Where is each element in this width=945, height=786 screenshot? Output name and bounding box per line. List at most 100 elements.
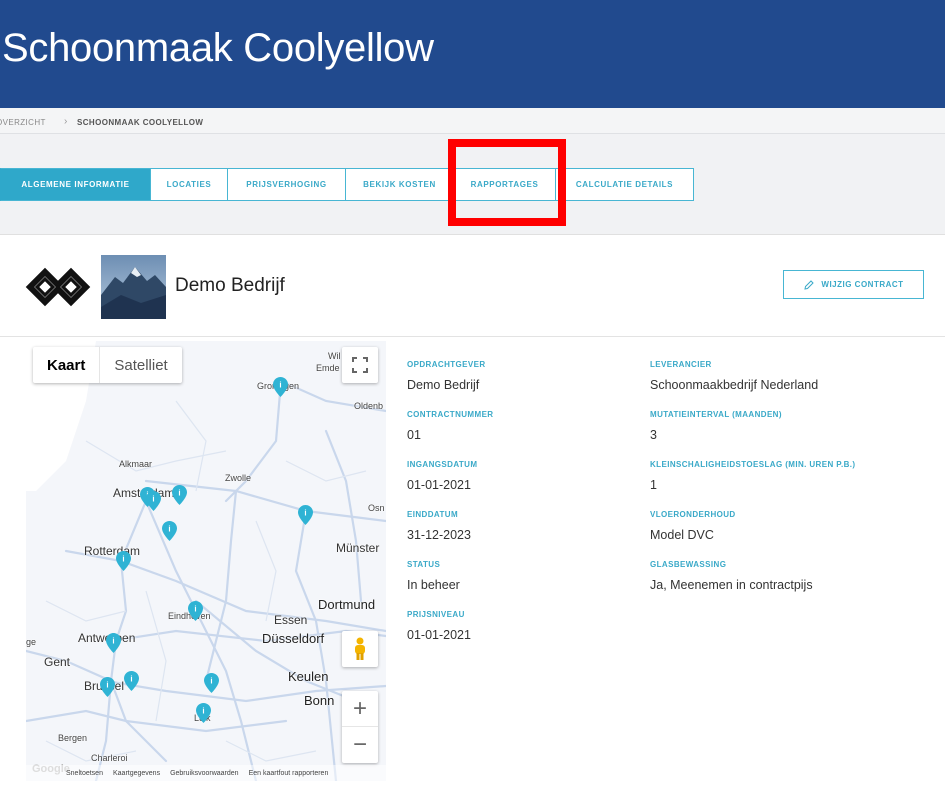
detail-ingangsdatum: INGANGSDATUM 01-01-2021 <box>407 460 477 492</box>
keyboard-shortcuts-link[interactable]: Sneltoetsen <box>66 770 103 777</box>
detail-value: 01-01-2021 <box>407 478 471 492</box>
edit-contract-label: WIJZIG CONTRACT <box>821 280 904 289</box>
map-label: Essen <box>274 613 308 627</box>
report-error-link[interactable]: Een kaartfout rapporteren <box>249 770 329 777</box>
locations-map[interactable]: Wil Emde Groningen Oldenb Alkmaar Amster… <box>26 341 386 781</box>
svg-text:i: i <box>130 675 132 684</box>
card-header: Demo Bedrijf WIJZIG CONTRACT <box>0 235 945 337</box>
map-label: Alkmaar <box>119 459 153 469</box>
svg-text:i: i <box>210 677 212 686</box>
svg-text:i: i <box>106 681 108 690</box>
terms-link[interactable]: Gebruiksvoorwaarden <box>170 770 238 777</box>
map-type-satellite-button[interactable]: Satelliet <box>99 347 181 383</box>
map-label: Dortmund <box>318 597 376 612</box>
pegman-icon <box>355 637 365 660</box>
detail-value: 01 <box>407 428 421 442</box>
tab-algemene-informatie[interactable]: ALGEMENE INFORMATIE <box>0 168 151 201</box>
detail-vloeronderhoud: VLOERONDERHOUD Model DVC <box>650 510 736 542</box>
detail-label: OPDRACHTGEVER <box>407 360 486 369</box>
svg-text:i: i <box>202 707 204 716</box>
zoom-in-button[interactable]: + <box>342 691 378 727</box>
zoom-out-button[interactable]: − <box>342 727 378 763</box>
company-name: Demo Bedrijf <box>175 275 285 296</box>
location-pin-icon[interactable]: i <box>204 673 219 693</box>
breadcrumb-current: SCHOONMAAK COOLYELLOW <box>77 118 204 127</box>
company-logo-icon <box>25 255 91 319</box>
map-type-kaart-button[interactable]: Kaart <box>33 347 99 383</box>
tab-prijsverhoging[interactable]: PRIJSVERHOGING <box>228 168 346 201</box>
location-pin-icon[interactable]: i <box>162 521 177 541</box>
detail-contractnummer: CONTRACTNUMMER 01 <box>407 410 493 442</box>
map-label: Oldenb <box>354 401 384 411</box>
tab-calculatie-details[interactable]: CALCULATIE DETAILS <box>556 168 694 201</box>
detail-value: 1 <box>650 478 657 492</box>
chevron-right-icon: › <box>64 116 68 127</box>
detail-label: EINDDATUM <box>407 510 459 519</box>
company-photo <box>101 255 166 319</box>
street-view-button[interactable] <box>342 631 378 667</box>
location-pin-icon[interactable]: i <box>100 677 115 697</box>
map-label: Zwolle <box>225 473 252 483</box>
detail-einddatum: EINDDATUM 31-12-2023 <box>407 510 471 542</box>
breadcrumb: OVERZICHT › SCHOONMAAK COOLYELLOW <box>0 108 945 134</box>
detail-value: In beheer <box>407 578 460 592</box>
location-pin-icon[interactable]: i <box>146 491 161 511</box>
detail-mutatieinterval: MUTATIEINTERVAL (MAANDEN) 3 <box>650 410 782 442</box>
zoom-control: + − <box>342 691 378 763</box>
svg-text:i: i <box>152 495 154 504</box>
detail-label: LEVERANCIER <box>650 360 712 369</box>
location-pin-icon[interactable]: i <box>172 485 187 505</box>
detail-label: VLOERONDERHOUD <box>650 510 736 519</box>
map-label: Keulen <box>288 669 329 684</box>
detail-label: STATUS <box>407 560 441 569</box>
map-label: Osn <box>368 503 385 513</box>
tab-bar: ALGEMENE INFORMATIE LOCATIES PRIJSVERHOG… <box>0 168 694 201</box>
map-label: Rotterdam <box>84 544 141 558</box>
map-label: Düsseldorf <box>262 631 325 646</box>
detail-value: Demo Bedrijf <box>407 378 480 392</box>
map-data-link[interactable]: Kaartgegevens <box>113 770 160 777</box>
detail-value: Model DVC <box>650 528 714 542</box>
detail-prijsniveau: PRIJSNIVEAU 01-01-2021 <box>407 610 471 642</box>
location-pin-icon[interactable]: i <box>298 505 313 525</box>
map-attribution: Sneltoetsen Kaartgegevens Gebruiksvoorwa… <box>26 765 386 781</box>
svg-text:i: i <box>112 637 114 646</box>
pencil-icon <box>804 279 815 290</box>
location-pin-icon[interactable]: i <box>116 551 131 571</box>
detail-status: STATUS In beheer <box>407 560 460 592</box>
svg-text:i: i <box>178 489 180 498</box>
map-label: Bergen <box>58 733 88 743</box>
tab-rapportages[interactable]: RAPPORTAGES <box>454 168 556 201</box>
detail-value: 01-01-2021 <box>407 628 471 642</box>
detail-label: PRIJSNIVEAU <box>407 610 465 619</box>
page-title: Schoonmaak Coolyellow <box>2 26 434 70</box>
location-pin-icon[interactable]: i <box>196 703 211 723</box>
detail-opdrachtgever: OPDRACHTGEVER Demo Bedrijf <box>407 360 486 392</box>
map-label: Emde <box>316 363 340 373</box>
map-label: Münster <box>336 541 380 555</box>
detail-leverancier: LEVERANCIER Schoonmaakbedrijf Nederland <box>650 360 818 392</box>
fullscreen-icon <box>352 357 368 373</box>
detail-label: GLASBEWASSING <box>650 560 727 569</box>
detail-value: 31-12-2023 <box>407 528 471 542</box>
location-pin-icon[interactable]: i <box>124 671 139 691</box>
fullscreen-button[interactable] <box>342 347 378 383</box>
map-type-toggle: Kaart Satelliet <box>33 347 182 383</box>
detail-label: CONTRACTNUMMER <box>407 410 494 419</box>
location-pin-icon[interactable]: i <box>106 633 121 653</box>
detail-glasbewassing: GLASBEWASSING Ja, Meenemen in contractpi… <box>650 560 813 592</box>
location-pin-icon[interactable]: i <box>273 377 288 397</box>
tab-locaties[interactable]: LOCATIES <box>151 168 228 201</box>
detail-label: KLEINSCHALIGHEIDSTOESLAG (MIN. UREN P.B.… <box>650 460 856 469</box>
tab-bekijk-kosten[interactable]: BEKIJK KOSTEN <box>346 168 454 201</box>
location-pin-icon[interactable]: i <box>188 601 203 621</box>
svg-text:i: i <box>194 605 196 614</box>
detail-label: MUTATIEINTERVAL (MAANDEN) <box>650 410 782 419</box>
svg-text:i: i <box>279 381 281 390</box>
detail-value: Schoonmaakbedrijf Nederland <box>650 378 819 392</box>
contract-card: Demo Bedrijf WIJZIG CONTRACT Wil Emde Ol… <box>0 234 945 786</box>
detail-value: Ja, Meenemen in contractpijs <box>650 578 813 592</box>
edit-contract-button[interactable]: WIJZIG CONTRACT <box>783 270 924 299</box>
breadcrumb-overview-link[interactable]: OVERZICHT <box>0 118 46 127</box>
map-label: Gent <box>44 655 71 669</box>
